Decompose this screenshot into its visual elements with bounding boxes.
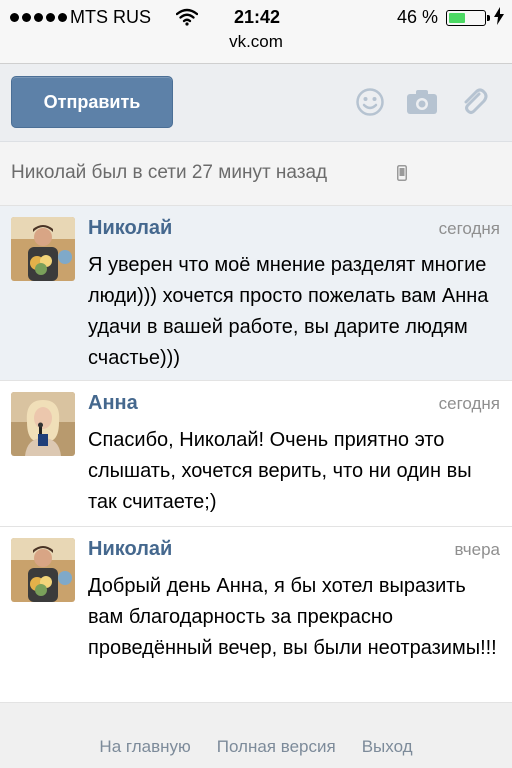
message-author[interactable]: Анна — [88, 392, 138, 415]
smile-icon[interactable] — [355, 87, 385, 117]
footer-links: На главную Полная версия Выход — [0, 737, 512, 757]
avatar-nikolay[interactable] — [11, 217, 75, 281]
composer-toolbar: Отправить — [0, 64, 512, 142]
paperclip-icon[interactable] — [459, 87, 489, 117]
mobile-phone-icon — [397, 165, 407, 186]
footer-link-home[interactable]: На главную — [99, 737, 190, 757]
message-text: Добрый день Анна, я бы хотел выразить ва… — [88, 575, 497, 659]
footer: На главную Полная версия Выход — [0, 703, 512, 768]
message-author[interactable]: Николай — [88, 217, 172, 240]
message-time: сегодня — [438, 394, 500, 413]
message-time: вчера — [454, 540, 501, 559]
battery-percent: 46 % — [396, 7, 438, 27]
battery-icon — [446, 10, 490, 26]
avatar-nikolay[interactable] — [11, 538, 75, 602]
message-text: Спасибо, Николай! Очень приятно это слыш… — [88, 429, 472, 513]
status-bar: MTS RUS 21:42 46 % vk.com — [0, 0, 512, 64]
message-list: Николай сегодня Я уверен что моё мнение … — [0, 206, 512, 703]
charging-bolt-icon — [494, 7, 504, 30]
message-time: сегодня — [438, 219, 500, 238]
last-seen-text: Николай был в сети 27 минут назад — [11, 162, 328, 183]
footer-link-logout[interactable]: Выход — [362, 737, 413, 757]
message-item[interactable]: Николай сегодня Я уверен что моё мнение … — [0, 206, 512, 381]
message-item[interactable]: Анна сегодня Спасибо, Николай! Очень при… — [0, 381, 512, 527]
last-seen-bar: Николай был в сети 27 минут назад — [0, 142, 512, 206]
camera-icon[interactable] — [406, 87, 437, 117]
avatar-anna[interactable] — [11, 392, 75, 456]
footer-link-full-version[interactable]: Полная версия — [217, 737, 336, 757]
message-text: Я уверен что моё мнение разделят многие … — [88, 254, 489, 369]
page-url[interactable]: vk.com — [0, 32, 512, 52]
message-author[interactable]: Николай — [88, 538, 172, 561]
message-item[interactable]: Николай вчера Добрый день Анна, я бы хот… — [0, 527, 512, 703]
send-button[interactable]: Отправить — [11, 76, 173, 128]
